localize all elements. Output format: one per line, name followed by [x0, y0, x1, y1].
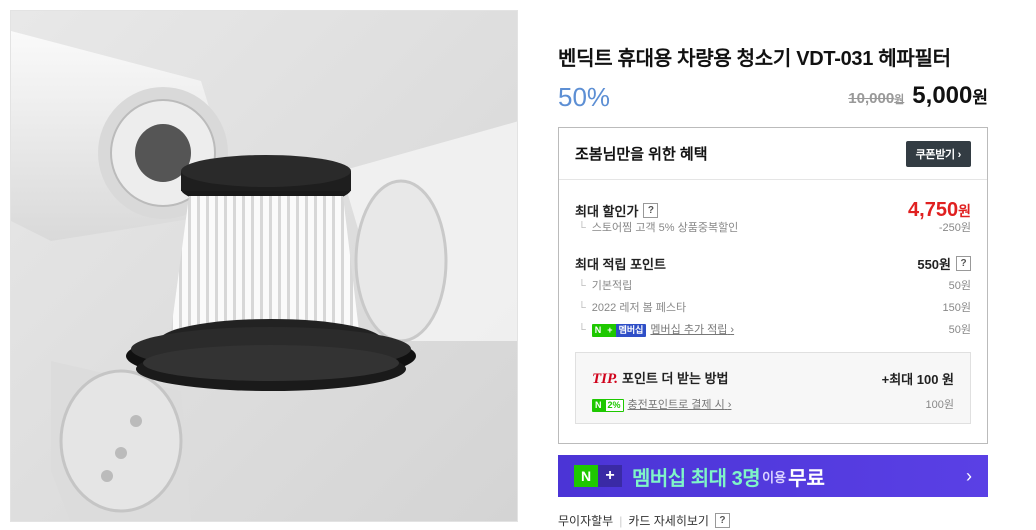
benefit-title: 조봄님만을 위한 혜택 — [575, 146, 708, 163]
sale-price: 5,000원 — [912, 82, 988, 109]
membership-banner[interactable]: N + 멤버십 최대 3명 이용 무료 › — [558, 455, 988, 497]
product-title: 벤딕트 휴대용 차량용 청소기 VDT-031 헤파필터 — [558, 48, 951, 70]
hepa-filter-image — [11, 11, 517, 521]
banner-text-free: 무료 — [788, 467, 825, 490]
tip-label: TIP. 포인트 더 받는 방법 — [592, 371, 729, 387]
point-label: 기본적립 — [591, 280, 633, 292]
installment-link[interactable]: 무이자할부 — [558, 512, 613, 529]
tree-branch-icon: └ — [578, 222, 586, 234]
max-points-row: 최대 적립 포인트 550원? — [575, 254, 971, 273]
store-discount-row: └ 스토어찜 고객 5% 상품중복할인 -250원 — [575, 219, 971, 235]
banner-text-use: 이용 — [762, 469, 787, 485]
max-points-label: 최대 적립 포인트 — [575, 257, 666, 272]
help-icon[interactable]: ? — [714, 513, 730, 528]
naver-membership-badge: N + 멤버십 — [591, 323, 647, 337]
payment-links: 무이자할부 | 카드 자세히보기 ? — [558, 512, 730, 529]
benefit-box: 조봄님만을 위한 혜택 쿠폰받기 › 최대 할인가? 4,750원 └ 스토어찜 … — [558, 127, 988, 444]
charge-point-link[interactable]: 충전포인트로 결제 시 › — [628, 399, 732, 411]
point-value: 150원 — [942, 302, 971, 314]
plus-logo: + — [598, 465, 622, 487]
point-value: 50원 — [948, 280, 971, 292]
tree-branch-icon: └ — [578, 324, 586, 336]
tree-branch-icon: └ — [578, 302, 586, 314]
tip-box: TIP. 포인트 더 받는 방법 +최대 100 원 N 2% 충전포인트로 결제 시… — [575, 352, 971, 424]
original-price: 10,000원 — [848, 90, 905, 107]
price-line: 10,000원 5,000원 — [848, 82, 988, 110]
chevron-right-icon: › — [730, 324, 735, 336]
point-row-festa: └ 2022 레저 봄 페스타 150원 — [575, 299, 971, 315]
max-discount-label: 최대 할인가 — [575, 204, 639, 219]
chevron-right-icon: › — [727, 399, 732, 411]
store-discount-value: -250원 — [938, 222, 971, 234]
product-image[interactable] — [10, 10, 518, 522]
point-row-membership: └ N + 멤버십 멤버십 추가 적립 › 50원 — [575, 321, 971, 337]
separator: | — [619, 513, 623, 528]
naver-pay-badge: N 2% — [592, 398, 624, 412]
membership-value: 50원 — [948, 324, 971, 336]
chevron-right-icon: › — [957, 148, 962, 161]
max-points-value: 550원 — [917, 257, 951, 272]
card-detail-link[interactable]: 카드 자세히보기 — [628, 512, 709, 529]
benefit-header: 조봄님만을 위한 혜택 쿠폰받기 › — [559, 128, 987, 180]
charge-value: 100원 — [925, 399, 954, 411]
help-icon[interactable]: ? — [643, 203, 659, 218]
chevron-right-icon: › — [966, 465, 972, 486]
tip-max: +최대 100 원 — [881, 371, 954, 387]
discount-rate: 50% — [558, 82, 611, 112]
point-label: 2022 레저 봄 페스타 — [591, 302, 687, 314]
membership-link[interactable]: 멤버십 추가 적립 › — [650, 324, 734, 336]
naver-logo: N — [574, 465, 598, 487]
help-icon[interactable]: ? — [956, 256, 971, 271]
point-row-basic: └ 기본적립 50원 — [575, 277, 971, 293]
banner-text: 멤버십 최대 3명 — [632, 467, 761, 490]
tree-branch-icon: └ — [578, 280, 586, 292]
coupon-button[interactable]: 쿠폰받기 › — [905, 140, 971, 167]
store-discount-label: 스토어찜 고객 5% 상품중복할인 — [591, 222, 739, 234]
